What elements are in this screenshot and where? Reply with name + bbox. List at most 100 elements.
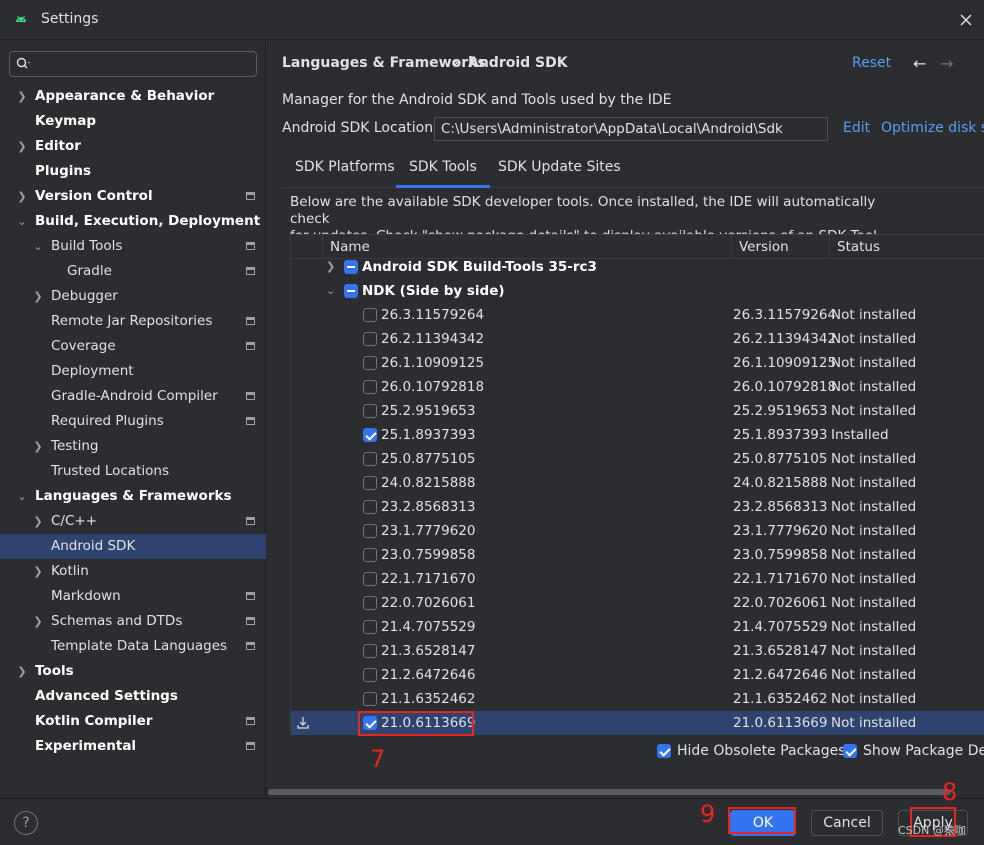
sidebar-item-kotlin[interactable]: ❯ Kotlin bbox=[0, 559, 266, 584]
optimize-disk-space-link[interactable]: Optimize disk sp bbox=[881, 120, 984, 136]
table-row[interactable]: 21.1.6352462 21.1.6352462 Not installed bbox=[291, 687, 984, 711]
sidebar-item-appearance-behavior[interactable]: ❯ Appearance & Behavior bbox=[0, 84, 266, 109]
row-checkbox[interactable] bbox=[363, 380, 377, 394]
row-checkbox[interactable] bbox=[363, 548, 377, 562]
annotation-step-7: 7 bbox=[370, 745, 386, 773]
sidebar-item-debugger[interactable]: ❯ Debugger bbox=[0, 284, 266, 309]
row-checkbox[interactable] bbox=[363, 692, 377, 706]
row-checkbox[interactable] bbox=[363, 356, 377, 370]
chevron-down-icon[interactable]: ⌄ bbox=[326, 279, 335, 303]
row-checkbox[interactable] bbox=[363, 644, 377, 658]
reset-link[interactable]: Reset bbox=[852, 55, 891, 71]
table-row-group[interactable]: ⌄ NDK (Side by side) bbox=[291, 279, 984, 303]
sidebar-item-build-execution-deployment[interactable]: ⌄ Build, Execution, Deployment bbox=[0, 209, 266, 234]
chevron-right-icon: ❯ bbox=[17, 190, 27, 203]
sidebar-item-remote-jar-repositories[interactable]: Remote Jar Repositories bbox=[0, 309, 266, 334]
sidebar-item-coverage[interactable]: Coverage bbox=[0, 334, 266, 359]
sidebar-item-plugins[interactable]: Plugins bbox=[0, 159, 266, 184]
sidebar-item-trusted-locations[interactable]: Trusted Locations bbox=[0, 459, 266, 484]
edit-link[interactable]: Edit bbox=[843, 120, 870, 136]
chevron-right-icon[interactable]: ❯ bbox=[326, 255, 335, 279]
table-row[interactable]: 22.0.7026061 22.0.7026061 Not installed bbox=[291, 591, 984, 615]
sidebar-item-schemas-dtds[interactable]: ❯ Schemas and DTDs bbox=[0, 609, 266, 634]
row-checkbox[interactable] bbox=[363, 332, 377, 346]
hide-obsolete-checkbox[interactable] bbox=[657, 744, 671, 758]
project-scope-icon bbox=[246, 317, 255, 325]
annotation-step-8: 8 bbox=[942, 778, 958, 806]
sidebar-item-editor[interactable]: ❯ Editor bbox=[0, 134, 266, 159]
close-icon[interactable] bbox=[956, 10, 976, 30]
sidebar-item-gradle[interactable]: Gradle bbox=[0, 259, 266, 284]
show-details-checkbox[interactable] bbox=[843, 744, 857, 758]
table-row[interactable]: 25.0.8775105 25.0.8775105 Not installed bbox=[291, 447, 984, 471]
table-row[interactable]: 21.4.7075529 21.4.7075529 Not installed bbox=[291, 615, 984, 639]
table-row[interactable]: 24.0.8215888 24.0.8215888 Not installed bbox=[291, 471, 984, 495]
row-name: 26.0.10792818 bbox=[381, 379, 485, 395]
sidebar-item-testing[interactable]: ❯ Testing bbox=[0, 434, 266, 459]
settings-search[interactable] bbox=[9, 51, 257, 77]
table-row[interactable]: 26.1.10909125 26.1.10909125 Not installe… bbox=[291, 351, 984, 375]
project-scope-icon bbox=[246, 592, 255, 600]
sidebar-item-experimental[interactable]: Experimental bbox=[0, 734, 266, 759]
row-checkbox[interactable] bbox=[363, 596, 377, 610]
sidebar-item-c-cpp[interactable]: ❯ C/C++ bbox=[0, 509, 266, 534]
table-row[interactable]: 26.3.11579264 26.3.11579264 Not installe… bbox=[291, 303, 984, 327]
sidebar-item-version-control[interactable]: ❯ Version Control bbox=[0, 184, 266, 209]
annotation-highlight-box bbox=[358, 711, 474, 736]
sidebar-item-tools[interactable]: ❯ Tools bbox=[0, 659, 266, 684]
sidebar-item-build-tools[interactable]: ⌄ Build Tools bbox=[0, 234, 266, 259]
table-row[interactable]: 22.1.7171670 22.1.7171670 Not installed bbox=[291, 567, 984, 591]
table-row[interactable]: 21.3.6528147 21.3.6528147 Not installed bbox=[291, 639, 984, 663]
table-row[interactable]: 25.1.8937393 25.1.8937393 Installed bbox=[291, 423, 984, 447]
row-checkbox[interactable] bbox=[363, 452, 377, 466]
sidebar-item-keymap[interactable]: Keymap bbox=[0, 109, 266, 134]
sdk-location-field[interactable] bbox=[434, 117, 828, 141]
search-input[interactable] bbox=[38, 54, 248, 74]
sidebar-item-markdown[interactable]: Markdown bbox=[0, 584, 266, 609]
group-checkbox[interactable] bbox=[344, 260, 358, 274]
info-line: Below are the available SDK developer to… bbox=[290, 194, 876, 227]
row-checkbox[interactable] bbox=[363, 404, 377, 418]
sidebar-item-languages-frameworks[interactable]: ⌄ Languages & Frameworks bbox=[0, 484, 266, 509]
tab-sdk-tools[interactable]: SDK Tools bbox=[396, 150, 490, 188]
table-row[interactable]: 23.1.7779620 23.1.7779620 Not installed bbox=[291, 519, 984, 543]
table-row[interactable]: 26.2.11394342 26.2.11394342 Not installe… bbox=[291, 327, 984, 351]
back-arrow-icon[interactable]: ← bbox=[913, 54, 926, 73]
sidebar-item-deployment[interactable]: Deployment bbox=[0, 359, 266, 384]
project-scope-icon bbox=[246, 342, 255, 350]
tab-sdk-platforms[interactable]: SDK Platforms bbox=[282, 150, 408, 188]
row-checkbox[interactable] bbox=[363, 572, 377, 586]
group-checkbox[interactable] bbox=[344, 284, 358, 298]
sidebar-item-label: Template Data Languages bbox=[51, 638, 228, 654]
row-checkbox[interactable] bbox=[363, 428, 377, 442]
dialog-footer: ? OK Cancel Apply bbox=[0, 798, 984, 845]
row-checkbox[interactable] bbox=[363, 620, 377, 634]
table-row[interactable]: 26.0.10792818 26.0.10792818 Not installe… bbox=[291, 375, 984, 399]
project-scope-icon bbox=[246, 742, 255, 750]
row-checkbox[interactable] bbox=[363, 308, 377, 322]
row-checkbox[interactable] bbox=[363, 500, 377, 514]
sidebar-item-required-plugins[interactable]: Required Plugins bbox=[0, 409, 266, 434]
table-row[interactable]: 23.2.8568313 23.2.8568313 Not installed bbox=[291, 495, 984, 519]
row-checkbox[interactable] bbox=[363, 668, 377, 682]
sidebar-item-label: Gradle-Android Compiler bbox=[51, 388, 218, 404]
row-checkbox[interactable] bbox=[363, 476, 377, 490]
table-row[interactable]: 25.2.9519653 25.2.9519653 Not installed bbox=[291, 399, 984, 423]
table-row[interactable]: 21.2.6472646 21.2.6472646 Not installed bbox=[291, 663, 984, 687]
sidebar-item-template-data-languages[interactable]: Template Data Languages bbox=[0, 634, 266, 659]
row-checkbox[interactable] bbox=[363, 524, 377, 538]
horizontal-scrollbar[interactable] bbox=[266, 789, 984, 795]
sidebar-item-advanced-settings[interactable]: Advanced Settings bbox=[0, 684, 266, 709]
option-label: Hide Obsolete Packages bbox=[677, 743, 846, 759]
row-name: NDK (Side by side) bbox=[362, 283, 505, 299]
scrollbar-thumb[interactable] bbox=[268, 789, 951, 795]
sidebar-item-gradle-android-compiler[interactable]: Gradle-Android Compiler bbox=[0, 384, 266, 409]
sidebar-item-android-sdk[interactable]: Android SDK bbox=[0, 534, 266, 559]
table-row-group[interactable]: ❯ Android SDK Build-Tools 35-rc3 bbox=[291, 255, 984, 279]
table-row[interactable]: 23.0.7599858 23.0.7599858 Not installed bbox=[291, 543, 984, 567]
sidebar-item-kotlin-compiler[interactable]: Kotlin Compiler bbox=[0, 709, 266, 734]
tab-sdk-update-sites[interactable]: SDK Update Sites bbox=[485, 150, 634, 188]
help-icon[interactable]: ? bbox=[14, 811, 38, 835]
sidebar-item-label: C/C++ bbox=[51, 513, 98, 529]
cancel-button[interactable]: Cancel bbox=[811, 810, 883, 836]
